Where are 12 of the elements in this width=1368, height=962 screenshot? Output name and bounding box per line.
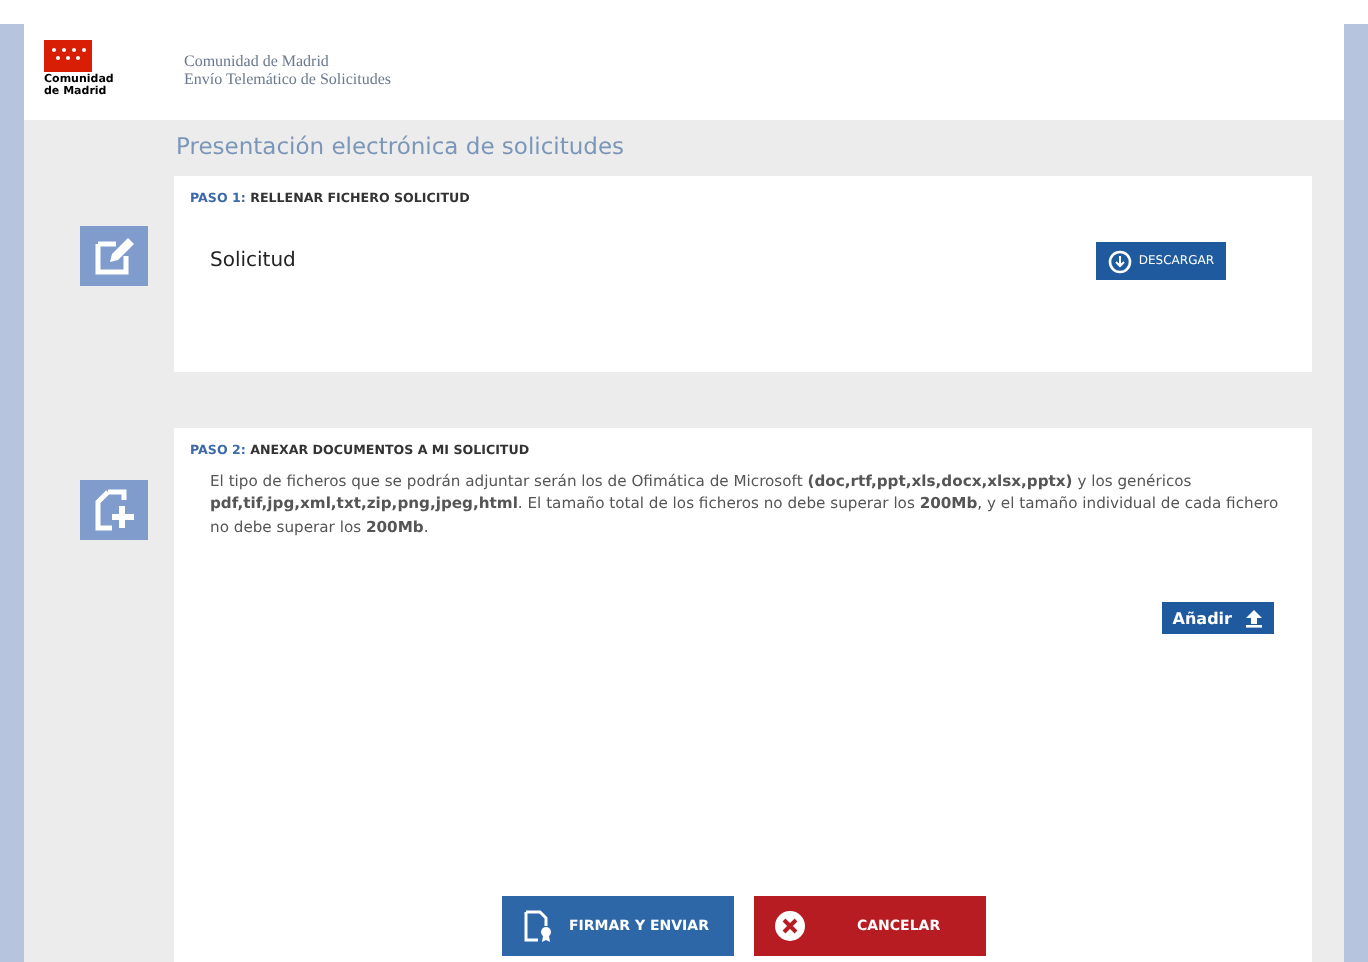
service-name: Envío Telemático de Solicitudes (184, 70, 391, 88)
add-document-icon (80, 480, 148, 540)
organization-name: Comunidad de Madrid (184, 52, 331, 70)
close-icon (773, 910, 805, 942)
add-button[interactable]: Añadir (1162, 602, 1274, 635)
flag-logo-icon (44, 40, 92, 73)
download-icon (1108, 249, 1133, 273)
file-label: Solicitud (210, 250, 296, 272)
edit-icon (80, 226, 148, 286)
upload-icon (1244, 608, 1264, 629)
signed-document-icon (521, 910, 553, 942)
page-title: Presentación electrónica de solicitudes (174, 130, 627, 164)
